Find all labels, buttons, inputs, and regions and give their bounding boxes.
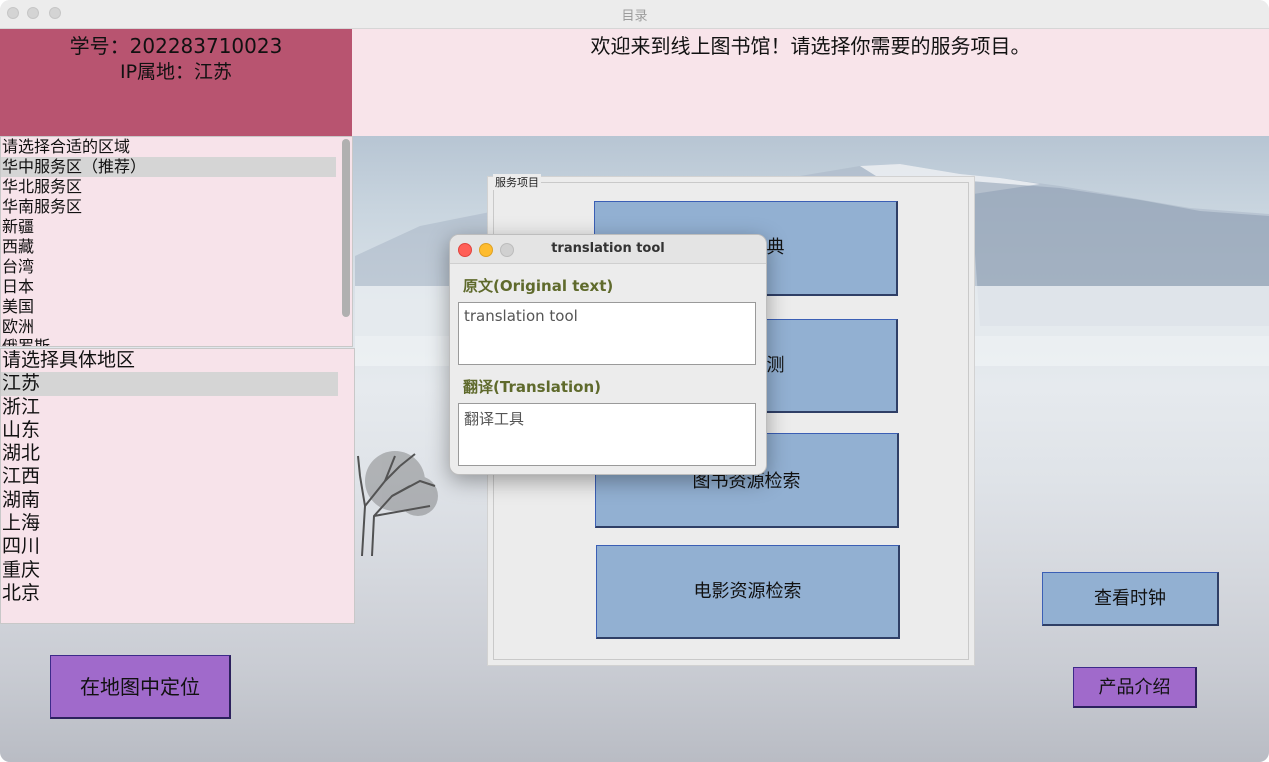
area-list-item[interactable]: 北京 xyxy=(1,582,338,605)
region-list-item-selected[interactable]: 华中服务区（推荐） xyxy=(1,157,336,177)
region-list-item[interactable]: 美国 xyxy=(1,297,336,317)
welcome-message: 欢迎来到线上图书馆！请选择你需要的服务项目。 xyxy=(590,34,1031,58)
region-list-item[interactable]: 日本 xyxy=(1,277,336,297)
original-text-field[interactable]: translation tool xyxy=(458,302,756,365)
movie-search-button[interactable]: 电影资源检索 xyxy=(596,545,900,639)
region-list-item[interactable]: 台湾 xyxy=(1,257,336,277)
area-list-item[interactable]: 四川 xyxy=(1,535,338,558)
view-clock-button[interactable]: 查看时钟 xyxy=(1042,572,1219,626)
original-text-label: 原文(Original text) xyxy=(463,277,614,295)
area-list-item[interactable]: 上海 xyxy=(1,512,338,535)
region-list-item[interactable]: 请选择合适的区域 xyxy=(1,137,336,157)
student-info-panel: 学号：202283710023 IP属地：江苏 xyxy=(0,29,352,136)
region-listbox[interactable]: 请选择合适的区域 华中服务区（推荐） 华北服务区 华南服务区 新疆 西藏 台湾 … xyxy=(0,136,353,347)
movie-search-label: 电影资源检索 xyxy=(693,581,802,602)
area-listbox[interactable]: 请选择具体地区 江苏 浙江 山东 湖北 江西 湖南 上海 四川 重庆 北京 xyxy=(0,348,355,624)
welcome-panel: 欢迎来到线上图书馆！请选择你需要的服务项目。 xyxy=(352,29,1269,136)
area-list-item-selected[interactable]: 江苏 xyxy=(1,372,338,396)
window-title: 目录 xyxy=(621,9,648,24)
translation-tool-dialog: translation tool 原文(Original text) trans… xyxy=(449,234,767,475)
region-list-item[interactable]: 新疆 xyxy=(1,217,336,237)
area-list-item[interactable]: 浙江 xyxy=(1,396,338,419)
region-list-item[interactable]: 华南服务区 xyxy=(1,197,336,217)
services-legend: 服务项目 xyxy=(493,174,541,190)
region-list-item[interactable]: 俄罗斯 xyxy=(1,337,336,346)
dialog-title: translation tool xyxy=(551,241,665,256)
app-window: 目录 学号：202283710023 IP属地：江苏 欢迎来到线上图书馆！请选择… xyxy=(0,0,1269,762)
product-intro-button[interactable]: 产品介绍 xyxy=(1073,667,1197,708)
student-id-label: 学号：202283710023 xyxy=(69,34,283,58)
area-list-item[interactable]: 江西 xyxy=(1,465,338,488)
test-service-label: 测 xyxy=(766,355,785,376)
locate-on-map-button[interactable]: 在地图中定位 xyxy=(50,655,231,719)
region-list-item[interactable]: 欧洲 xyxy=(1,317,336,337)
region-list-item[interactable]: 华北服务区 xyxy=(1,177,336,197)
area-list-item[interactable]: 湖南 xyxy=(1,489,338,512)
dictionary-service-label: 典 xyxy=(766,237,785,258)
region-list-item[interactable]: 西藏 xyxy=(1,237,336,257)
ip-location-label: IP属地：江苏 xyxy=(119,61,233,83)
region-list-scrollbar[interactable] xyxy=(342,139,350,317)
area-list-item[interactable]: 重庆 xyxy=(1,559,338,582)
window-titlebar: 目录 xyxy=(0,0,1269,29)
translation-label: 翻译(Translation) xyxy=(463,378,601,396)
translation-field[interactable]: 翻译工具 xyxy=(458,403,756,466)
area-list-item[interactable]: 请选择具体地区 xyxy=(1,349,338,372)
area-list-item[interactable]: 湖北 xyxy=(1,442,338,465)
dialog-titlebar: translation tool xyxy=(450,235,766,264)
area-list-item[interactable]: 山东 xyxy=(1,419,338,442)
